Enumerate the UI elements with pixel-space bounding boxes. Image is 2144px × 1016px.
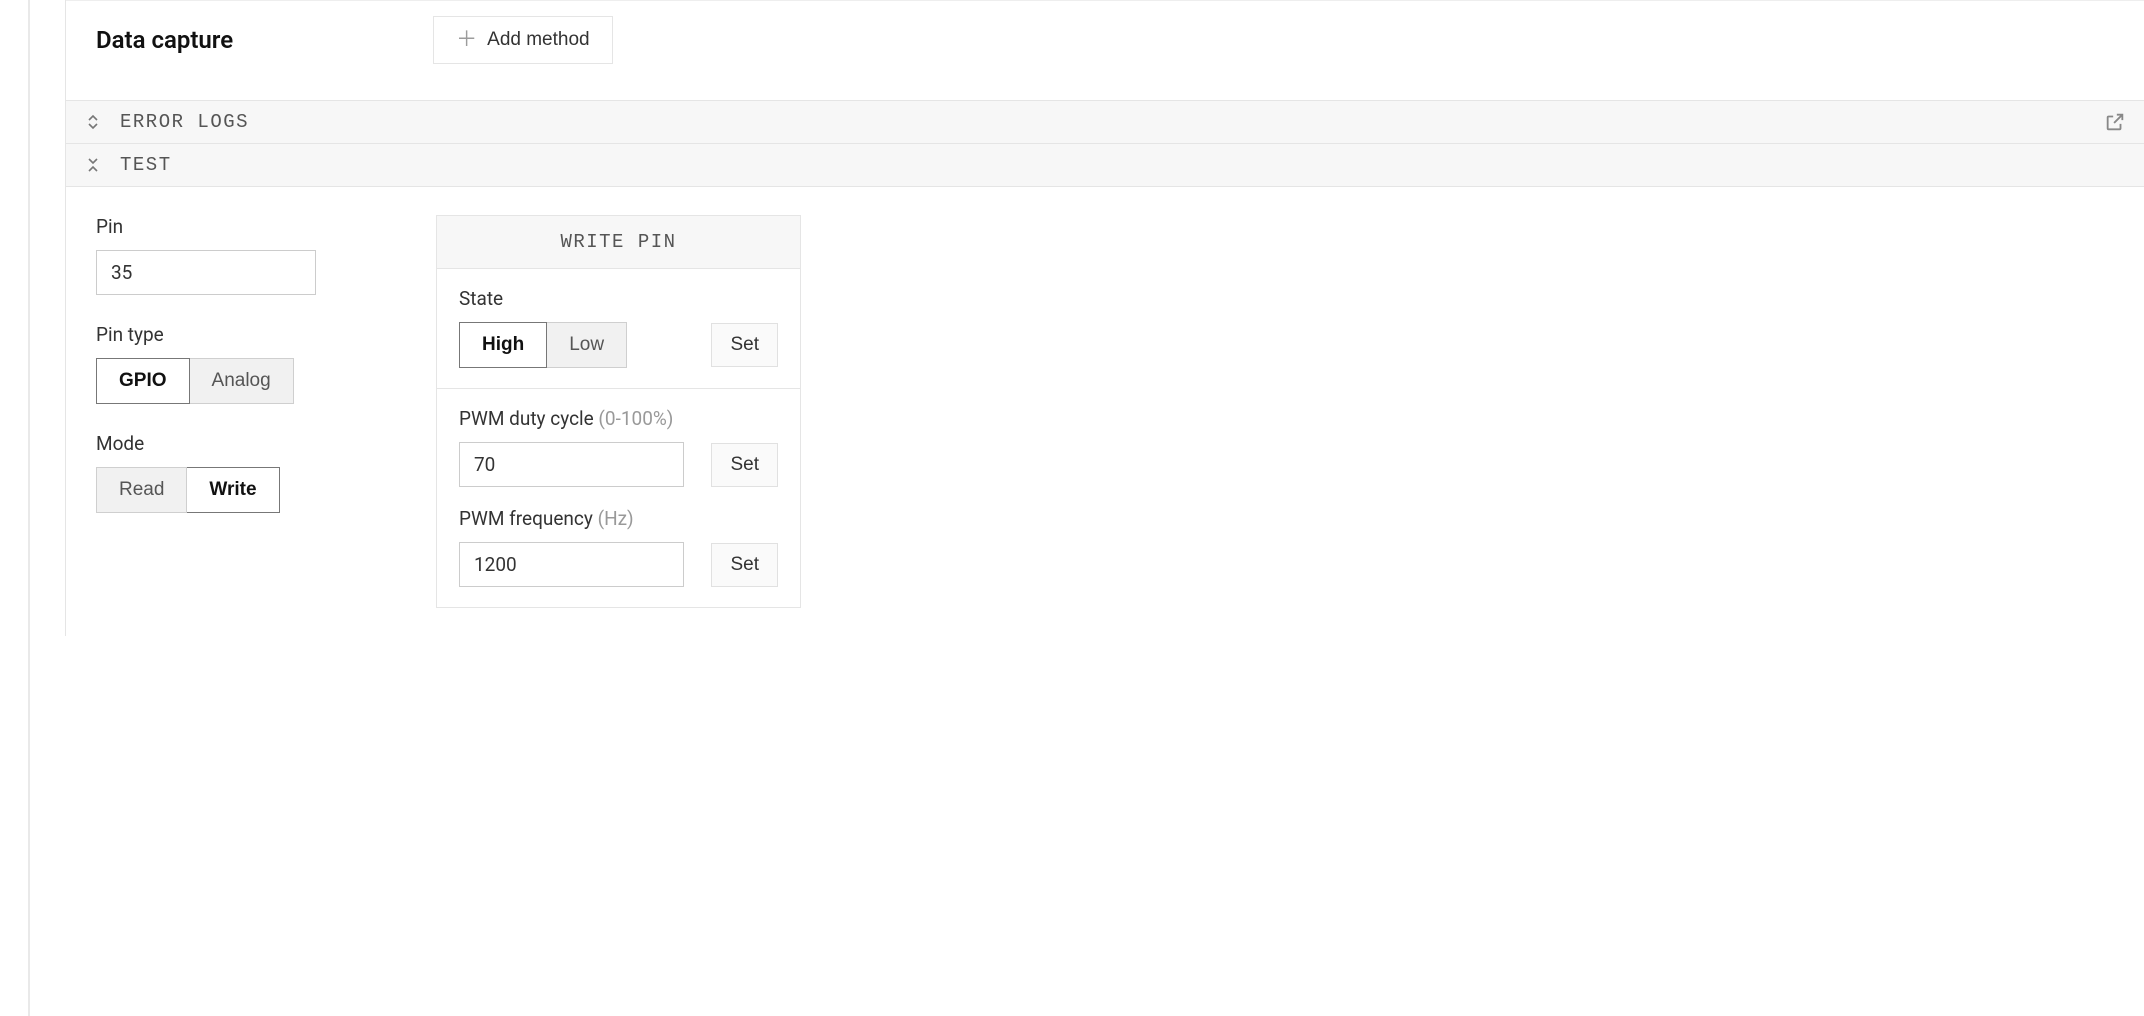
mode-toggle: Read Write xyxy=(96,467,280,513)
add-method-button[interactable]: ＋ Add method xyxy=(433,16,612,64)
pwm-duty-label-text: PWM duty cycle xyxy=(459,407,598,430)
pin-type-toggle: GPIO Analog xyxy=(96,358,294,404)
pin-type-analog-button[interactable]: Analog xyxy=(190,358,294,404)
test-section-label: TEST xyxy=(120,154,172,176)
pwm-duty-label: PWM duty cycle (0-100%) xyxy=(459,407,778,430)
main-panel: Data capture ＋ Add method ERROR LOGS xyxy=(65,0,2144,636)
pwm-duty-hint: (0-100%) xyxy=(598,407,673,430)
pwm-freq-hint: (Hz) xyxy=(598,507,634,530)
data-capture-title: Data capture xyxy=(96,26,233,54)
pin-type-gpio-button[interactable]: GPIO xyxy=(96,358,190,404)
state-toggle: High Low xyxy=(459,322,627,368)
pwm-freq-label-text: PWM frequency xyxy=(459,507,598,530)
error-logs-bar[interactable]: ERROR LOGS xyxy=(66,100,2144,144)
state-set-button[interactable]: Set xyxy=(711,323,778,367)
pin-field: Pin xyxy=(96,215,316,295)
mode-field: Mode Read Write xyxy=(96,432,316,513)
pin-type-label: Pin type xyxy=(96,323,316,346)
pwm-freq-label: PWM frequency (Hz) xyxy=(459,507,778,530)
mode-read-button[interactable]: Read xyxy=(96,467,187,513)
mode-label: Mode xyxy=(96,432,316,455)
add-method-label: Add method xyxy=(487,29,589,51)
external-link-icon[interactable] xyxy=(2104,111,2126,133)
error-logs-label: ERROR LOGS xyxy=(120,111,249,133)
pin-type-field: Pin type GPIO Analog xyxy=(96,323,316,404)
pwm-duty-input[interactable] xyxy=(459,442,684,487)
plus-icon: ＋ xyxy=(456,29,477,50)
state-low-button[interactable]: Low xyxy=(547,322,627,368)
test-content: Pin Pin type GPIO Analog Mode Read Write… xyxy=(66,187,2144,636)
collapse-toggle-icon xyxy=(84,113,102,131)
pin-label: Pin xyxy=(96,215,316,238)
left-rail-indicator xyxy=(28,0,30,1016)
state-high-button[interactable]: High xyxy=(459,322,547,368)
state-section: State High Low Set xyxy=(437,269,800,389)
pin-input[interactable] xyxy=(96,250,316,295)
test-left-column: Pin Pin type GPIO Analog Mode Read Write xyxy=(96,215,316,513)
test-bar[interactable]: TEST xyxy=(66,144,2144,187)
data-capture-section: Data capture ＋ Add method xyxy=(66,0,2144,100)
expand-toggle-icon xyxy=(84,156,102,174)
pwm-duty-set-button[interactable]: Set xyxy=(711,443,778,487)
pwm-freq-input[interactable] xyxy=(459,542,684,587)
pwm-freq-set-button[interactable]: Set xyxy=(711,543,778,587)
mode-write-button[interactable]: Write xyxy=(187,467,279,513)
pwm-section: PWM duty cycle (0-100%) Set PWM frequenc… xyxy=(437,389,800,607)
state-label: State xyxy=(459,287,778,310)
pwm-freq-field: PWM frequency (Hz) Set xyxy=(459,507,778,587)
write-pin-panel: WRITE PIN State High Low Set PWM duty cy… xyxy=(436,215,801,608)
write-pin-title: WRITE PIN xyxy=(437,216,800,269)
pwm-duty-field: PWM duty cycle (0-100%) Set xyxy=(459,407,778,487)
